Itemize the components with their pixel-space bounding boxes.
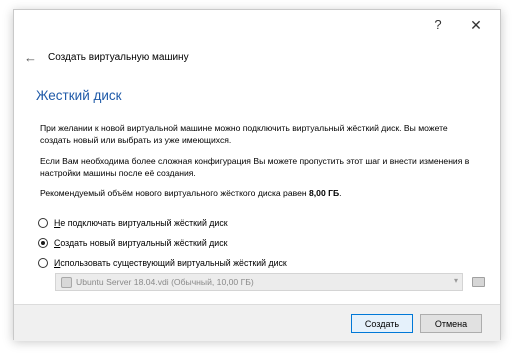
- chevron-down-icon[interactable]: ▾: [454, 276, 458, 285]
- option-no-disk-label: Не подключать виртуальный жёсткий диск: [54, 218, 228, 228]
- description-paragraph-2: Если Вам необходима более сложная конфиг…: [40, 156, 470, 178]
- option-use-existing-text: спользовать существующий виртуальный жёс…: [60, 258, 287, 268]
- recommended-size-value: 8,00 ГБ: [309, 188, 340, 198]
- title-bar: ? ✕: [14, 10, 500, 42]
- dialog-window: ? ✕ ← Создать виртуальную машину Жесткий…: [13, 9, 501, 341]
- hard-disk-icon: [61, 276, 72, 288]
- recommended-size-text: Рекомендуемый объём нового виртуального …: [40, 188, 480, 200]
- recommended-size-suffix: .: [339, 188, 342, 198]
- existing-disk-value: Ubuntu Server 18.04.vdi (Обычный, 10,00 …: [76, 277, 254, 287]
- folder-open-icon: [471, 277, 485, 287]
- choose-disk-file-button[interactable]: [470, 273, 486, 291]
- option-use-existing[interactable]: Использовать существующий виртуальный жё…: [38, 256, 287, 270]
- option-no-disk-text: е подключать виртуальный жёсткий диск: [60, 218, 228, 228]
- wizard-title: Создать виртуальную машину: [48, 52, 189, 63]
- recommended-size-prefix: Рекомендуемый объём нового виртуального …: [40, 188, 309, 198]
- page-heading: Жесткий диск: [36, 88, 122, 103]
- radio-use-existing[interactable]: [38, 258, 48, 268]
- dialog-footer: Создать Отмена: [14, 304, 500, 341]
- create-button[interactable]: Создать: [351, 314, 413, 333]
- option-create-new-text: оздать новый виртуальный жёсткий диск: [60, 238, 228, 248]
- close-button[interactable]: ✕: [460, 14, 492, 36]
- wizard-nav: ← Создать виртуальную машину: [14, 44, 500, 72]
- option-create-new[interactable]: Создать новый виртуальный жёсткий диск: [38, 236, 227, 250]
- description-paragraph-1: При желании к новой виртуальной машине м…: [40, 123, 448, 145]
- cancel-button[interactable]: Отмена: [420, 314, 482, 333]
- radio-no-disk[interactable]: [38, 218, 48, 228]
- option-create-new-label: Создать новый виртуальный жёсткий диск: [54, 238, 227, 248]
- option-use-existing-label: Использовать существующий виртуальный жё…: [54, 258, 287, 268]
- option-no-disk[interactable]: Не подключать виртуальный жёсткий диск: [38, 216, 228, 230]
- radio-create-new[interactable]: [38, 238, 48, 248]
- existing-disk-select[interactable]: Ubuntu Server 18.04.vdi (Обычный, 10,00 …: [55, 273, 463, 291]
- help-button[interactable]: ?: [422, 14, 454, 36]
- back-arrow-icon[interactable]: ←: [24, 44, 40, 72]
